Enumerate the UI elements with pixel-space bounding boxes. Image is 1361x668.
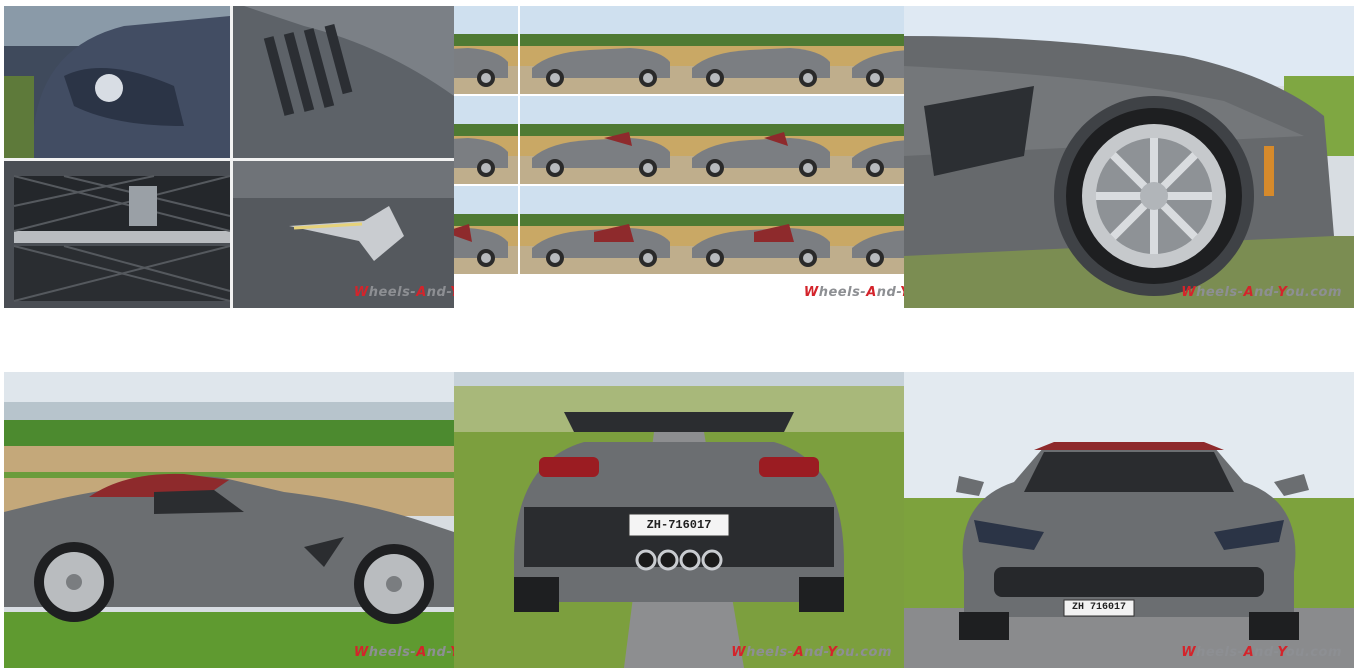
photo-front-wheel[interactable]: Wheels-And-You.com [904, 6, 1354, 308]
watermark-part: A [793, 645, 805, 660]
watermark-part: A [1243, 285, 1255, 300]
photo-rear-view[interactable]: ZH-716017 Wheels-And-You.com [454, 372, 904, 668]
roof-sequence-image [454, 6, 904, 308]
watermark-part: nd- [426, 645, 451, 660]
front-license-plate: ZH 716017 [1071, 602, 1126, 613]
watermark-part: A [1243, 645, 1255, 660]
watermark-part: heels- [746, 645, 794, 660]
watermark-part: nd- [1254, 285, 1278, 300]
watermark-part: nd- [1254, 645, 1278, 660]
front-wheel-image [904, 6, 1354, 308]
watermark-part: ou.com [1285, 645, 1342, 660]
watermark-part: W [803, 285, 819, 300]
watermark-part: A [416, 645, 427, 660]
watermark-part: A [416, 285, 427, 300]
watermark-part: Y [1277, 645, 1286, 660]
photo-detail-collage[interactable]: Wheels-And-Y [4, 6, 454, 308]
watermark: Wheels-And-Y [354, 645, 454, 660]
watermark-part: W [1181, 645, 1197, 660]
photo-roof-sequence[interactable]: Wheels-And-Y [454, 6, 904, 308]
photo-front-view[interactable]: ZH 716017 Wheels-And-You.com [904, 372, 1354, 668]
watermark-part: ou.com [1285, 285, 1342, 300]
watermark-part: heels- [1196, 645, 1244, 660]
detail-collage-image [4, 6, 454, 308]
watermark-part: nd- [804, 645, 828, 660]
side-profile-image [4, 372, 454, 668]
watermark: Wheels-And-You.com [1181, 645, 1342, 660]
photo-side-profile[interactable]: Wheels-And-Y [4, 372, 454, 668]
watermark-part: nd- [876, 285, 901, 300]
watermark-part: Y [1277, 285, 1286, 300]
watermark: Wheels-And-Y [354, 285, 454, 300]
watermark-part: W [353, 645, 369, 660]
watermark-part: W [353, 285, 369, 300]
watermark: Wheels-And-Y [804, 285, 904, 300]
watermark-part: W [1181, 285, 1197, 300]
watermark-part: Y [827, 645, 836, 660]
watermark-part: ou.com [835, 645, 892, 660]
watermark-part: heels- [368, 645, 417, 660]
rear-license-plate: ZH-716017 [646, 518, 712, 532]
front-view-image [904, 372, 1354, 668]
watermark: Wheels-And-You.com [731, 645, 892, 660]
watermark-part: A [866, 285, 877, 300]
watermark-part: heels- [818, 285, 867, 300]
watermark-part: heels- [368, 285, 417, 300]
watermark: Wheels-And-You.com [1181, 285, 1342, 300]
watermark-part: nd- [426, 285, 451, 300]
watermark-part: W [731, 645, 747, 660]
watermark-part: heels- [1196, 285, 1244, 300]
